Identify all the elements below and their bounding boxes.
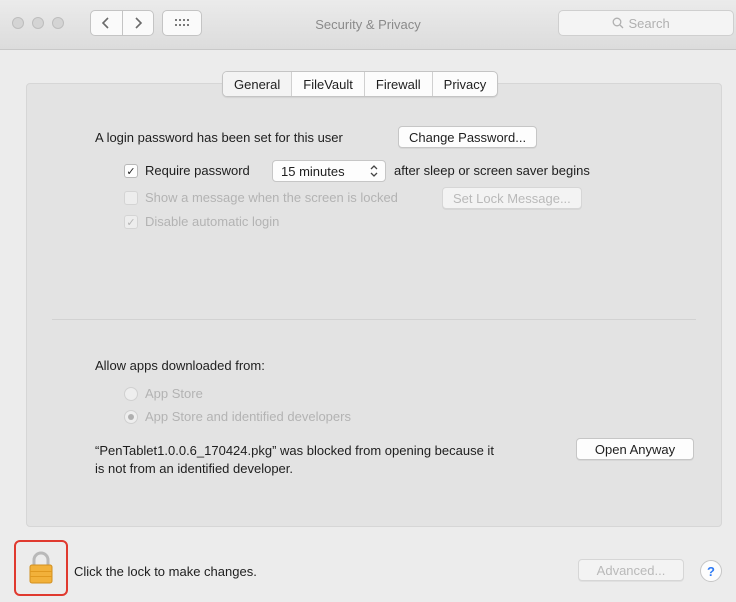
set-lock-message-button[interactable]: Set Lock Message... <box>442 187 582 209</box>
search-field[interactable] <box>558 10 734 36</box>
radio-app-store[interactable] <box>124 387 138 401</box>
radio-app-store-label: App Store <box>145 386 203 401</box>
login-password-text: A login password has been set for this u… <box>95 130 343 145</box>
disable-auto-login-label: Disable automatic login <box>145 214 280 229</box>
require-password-delay-select[interactable]: 15 minutes <box>272 160 386 182</box>
tab-filevault[interactable]: FileVault <box>291 72 364 96</box>
allow-apps-heading: Allow apps downloaded from: <box>95 358 265 373</box>
help-button[interactable]: ? <box>700 560 722 582</box>
section-divider <box>52 319 696 320</box>
search-icon <box>612 17 623 29</box>
security-privacy-window: Security & Privacy General FileVault Fir… <box>0 0 736 602</box>
checkmark-icon: ✓ <box>126 216 136 229</box>
blocked-message-line2: is not from an identified developer. <box>95 461 294 476</box>
delay-value: 15 minutes <box>281 163 345 179</box>
lock-instruction-text: Click the lock to make changes. <box>74 564 257 579</box>
checkmark-icon: ✓ <box>126 165 136 178</box>
radio-identified-developers-label: App Store and identified developers <box>145 409 351 424</box>
require-password-label: Require password <box>145 163 250 178</box>
radio-identified-developers[interactable] <box>124 410 138 424</box>
disable-auto-login-checkbox[interactable]: ✓ <box>124 215 138 229</box>
advanced-button[interactable]: Advanced... <box>578 559 684 581</box>
title-bar: Security & Privacy <box>0 0 736 50</box>
require-password-suffix: after sleep or screen saver begins <box>394 163 590 178</box>
radio-selected-dot <box>128 414 134 420</box>
lock-highlight <box>14 540 68 596</box>
search-input[interactable] <box>628 15 681 31</box>
tab-privacy[interactable]: Privacy <box>431 72 498 96</box>
show-message-label: Show a message when the screen is locked <box>145 190 398 205</box>
stepper-arrows-icon <box>370 165 378 177</box>
tab-general[interactable]: General <box>223 72 292 96</box>
show-message-checkbox[interactable] <box>124 191 138 205</box>
tab-bar: General FileVault Firewall Privacy <box>222 71 499 97</box>
blocked-message-line1: “PenTablet1.0.0.6_170424.pkg” was blocke… <box>95 443 494 458</box>
require-password-checkbox[interactable]: ✓ <box>124 164 138 178</box>
change-password-button[interactable]: Change Password... <box>398 126 538 148</box>
lock-icon[interactable] <box>26 551 56 585</box>
open-anyway-button[interactable]: Open Anyway <box>576 438 694 460</box>
tab-firewall[interactable]: Firewall <box>363 72 432 96</box>
